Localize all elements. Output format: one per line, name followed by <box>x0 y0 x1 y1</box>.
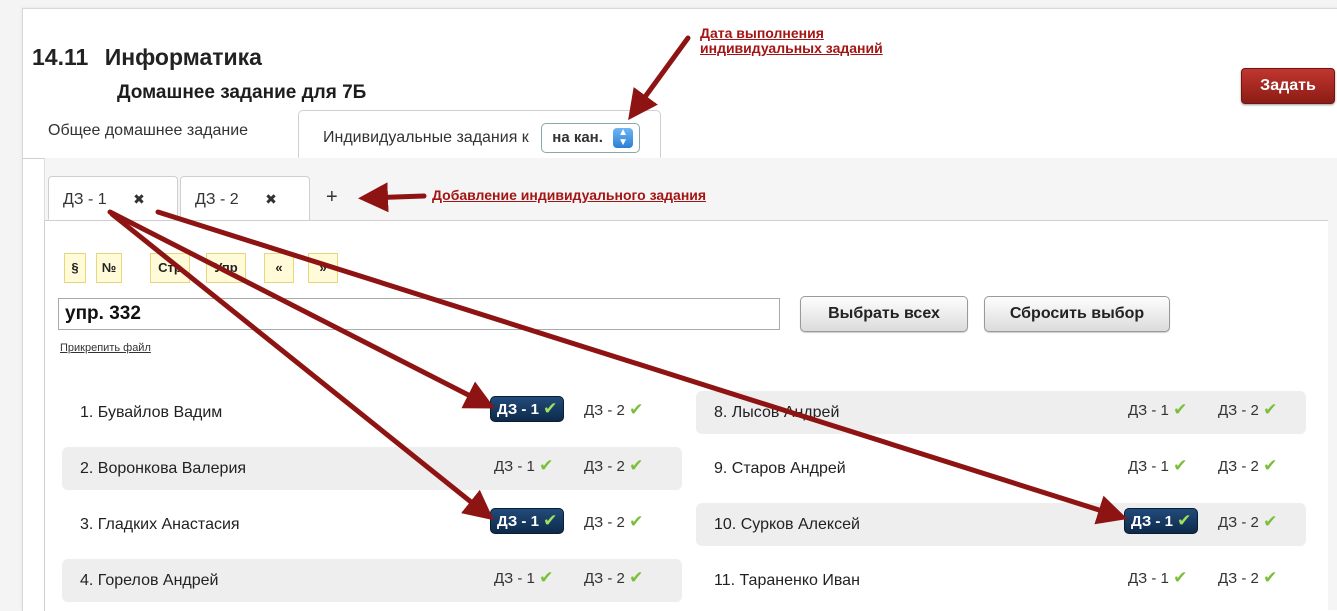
add-task-button[interactable]: + <box>312 176 352 220</box>
hw-2-toggle[interactable]: ДЗ - 2 ✔ <box>584 400 643 420</box>
due-date-value: на кан. <box>552 129 603 146</box>
check-icon: ✔ <box>1263 568 1278 587</box>
tab-hw-2-label: ДЗ - 2 <box>195 191 239 208</box>
hw-2-toggle[interactable]: ДЗ - 2 ✔ <box>1218 512 1277 532</box>
main-tabs: Общее домашнее задание Индивидуальные за… <box>22 110 1337 159</box>
check-icon: ✔ <box>1263 456 1278 475</box>
hw-2-toggle[interactable]: ДЗ - 2 ✔ <box>584 568 643 588</box>
hw-1-label: ДЗ - 1 <box>494 458 535 475</box>
hw-2-toggle[interactable]: ДЗ - 2 ✔ <box>1218 568 1277 588</box>
student-row: 10. Сурков Алексей ДЗ - 1 ✔ ДЗ - 2 ✔ <box>696 503 1306 546</box>
date-annotation: Дата выполнения индивидуальных заданий <box>700 26 883 56</box>
hw-2-label: ДЗ - 2 <box>584 458 625 475</box>
check-icon: ✔ <box>1263 400 1278 419</box>
date-annotation-line2: индивидуальных заданий <box>700 40 883 56</box>
check-icon: ✔ <box>629 512 644 531</box>
page-title: 14.11 Информатика <box>32 44 262 71</box>
student-name: 8. Лысов Андрей <box>714 404 840 421</box>
hw-2-label: ДЗ - 2 <box>584 514 625 531</box>
quote-open-button[interactable]: « <box>264 253 294 283</box>
check-icon: ✔ <box>1173 456 1188 475</box>
check-icon: ✔ <box>1173 568 1188 587</box>
quote-close-button[interactable]: » <box>308 253 338 283</box>
check-icon: ✔ <box>1177 511 1192 530</box>
attach-file-link[interactable]: Прикрепить файл <box>60 342 151 354</box>
hw-1-label: ДЗ - 1 <box>497 401 539 418</box>
page-subtitle: Домашнее задание для 7Б <box>117 82 367 103</box>
student-name: 4. Горелов Андрей <box>80 572 219 589</box>
student-name: 9. Старов Андрей <box>714 460 846 477</box>
student-row: 8. Лысов Андрей ДЗ - 1 ✔ ДЗ - 2 ✔ <box>696 391 1306 434</box>
hw-1-toggle[interactable]: ДЗ - 1 ✔ <box>1128 456 1187 476</box>
hw-1-label: ДЗ - 1 <box>497 513 539 530</box>
check-icon: ✔ <box>629 456 644 475</box>
student-row: 11. Тараненко Иван ДЗ - 1 ✔ ДЗ - 2 ✔ <box>696 559 1306 602</box>
check-icon: ✔ <box>539 568 554 587</box>
student-row: 1. Бувайлов Вадим ДЗ - 1 ✔ ДЗ - 2 ✔ <box>62 391 682 434</box>
hw-1-label: ДЗ - 1 <box>1128 458 1169 475</box>
hw-1-toggle[interactable]: ДЗ - 1 ✔ <box>1128 568 1187 588</box>
hw-1-toggle[interactable]: ДЗ - 1 ✔ <box>1124 508 1199 534</box>
student-name: 10. Сурков Алексей <box>714 516 860 533</box>
student-row: 4. Горелов Андрей ДЗ - 1 ✔ ДЗ - 2 ✔ <box>62 559 682 602</box>
hw-2-label: ДЗ - 2 <box>1218 570 1259 587</box>
hw-1-toggle[interactable]: ДЗ - 1 ✔ <box>1128 400 1187 420</box>
due-date-select[interactable]: на кан. ▲ ▼ <box>541 123 641 153</box>
tab-hw-2[interactable]: ДЗ - 2 ✖ <box>180 176 310 220</box>
tab-individual-tasks[interactable]: Индивидуальные задания к на кан. ▲ ▼ <box>298 110 662 158</box>
check-icon: ✔ <box>1263 512 1278 531</box>
student-name: 1. Бувайлов Вадим <box>80 404 223 421</box>
hw-2-label: ДЗ - 2 <box>584 402 625 419</box>
lesson-date: 14.11 <box>32 44 89 70</box>
reset-selection-button[interactable]: Сбросить выбор <box>984 296 1170 332</box>
student-name: 11. Тараненко Иван <box>714 572 860 589</box>
tab-hw-1[interactable]: ДЗ - 1 ✖ <box>48 176 178 220</box>
tab-hw-1-label: ДЗ - 1 <box>63 191 107 208</box>
subject-name: Информатика <box>104 44 262 70</box>
tab-general-homework[interactable]: Общее домашнее задание <box>48 122 248 140</box>
hw-1-toggle[interactable]: ДЗ - 1 ✔ <box>494 568 553 588</box>
hw-1-label: ДЗ - 1 <box>1128 402 1169 419</box>
hw-1-toggle[interactable]: ДЗ - 1 ✔ <box>494 456 553 476</box>
hw-1-toggle[interactable]: ДЗ - 1 ✔ <box>490 508 565 534</box>
hw-2-label: ДЗ - 2 <box>1218 402 1259 419</box>
date-annotation-line1: Дата выполнения <box>700 25 824 41</box>
select-all-button[interactable]: Выбрать всех <box>800 296 968 332</box>
spinner-icon[interactable]: ▲ ▼ <box>613 128 634 149</box>
hw-2-toggle[interactable]: ДЗ - 2 ✔ <box>584 512 643 532</box>
hw-1-label: ДЗ - 1 <box>494 570 535 587</box>
tab-individual-label: Индивидуальные задания к <box>323 129 529 147</box>
student-row: 9. Старов Андрей ДЗ - 1 ✔ ДЗ - 2 ✔ <box>696 447 1306 490</box>
check-icon: ✔ <box>629 568 644 587</box>
hw-2-label: ДЗ - 2 <box>1218 514 1259 531</box>
paragraph-button[interactable]: § <box>64 253 86 283</box>
hw-1-toggle[interactable]: ДЗ - 1 ✔ <box>490 396 565 422</box>
check-icon: ✔ <box>539 456 554 475</box>
add-annotation: Добавление индивидуального задания <box>432 187 707 203</box>
check-icon: ✔ <box>629 400 644 419</box>
hw-1-label: ДЗ - 1 <box>1131 513 1173 530</box>
page-button[interactable]: Стр <box>150 253 190 283</box>
assign-button[interactable]: Задать <box>1241 68 1335 104</box>
close-icon[interactable]: ✖ <box>265 191 277 207</box>
hw-2-toggle[interactable]: ДЗ - 2 ✔ <box>1218 456 1277 476</box>
exercise-button[interactable]: Упр <box>206 253 246 283</box>
hw-2-toggle[interactable]: ДЗ - 2 ✔ <box>584 456 643 476</box>
check-icon: ✔ <box>543 399 558 418</box>
task-input[interactable] <box>58 298 780 330</box>
student-name: 2. Воронкова Валерия <box>80 460 247 477</box>
hw-2-toggle[interactable]: ДЗ - 2 ✔ <box>1218 400 1277 420</box>
student-row: 3. Гладких Анастасия ДЗ - 1 ✔ ДЗ - 2 ✔ <box>62 503 682 546</box>
check-icon: ✔ <box>1173 400 1188 419</box>
close-icon[interactable]: ✖ <box>133 191 145 207</box>
student-name: 3. Гладких Анастасия <box>80 516 240 533</box>
student-row: 2. Воронкова Валерия ДЗ - 1 ✔ ДЗ - 2 ✔ <box>62 447 682 490</box>
hw-2-label: ДЗ - 2 <box>584 570 625 587</box>
number-button[interactable]: № <box>96 253 122 283</box>
check-icon: ✔ <box>543 511 558 530</box>
hw-1-label: ДЗ - 1 <box>1128 570 1169 587</box>
hw-2-label: ДЗ - 2 <box>1218 458 1259 475</box>
